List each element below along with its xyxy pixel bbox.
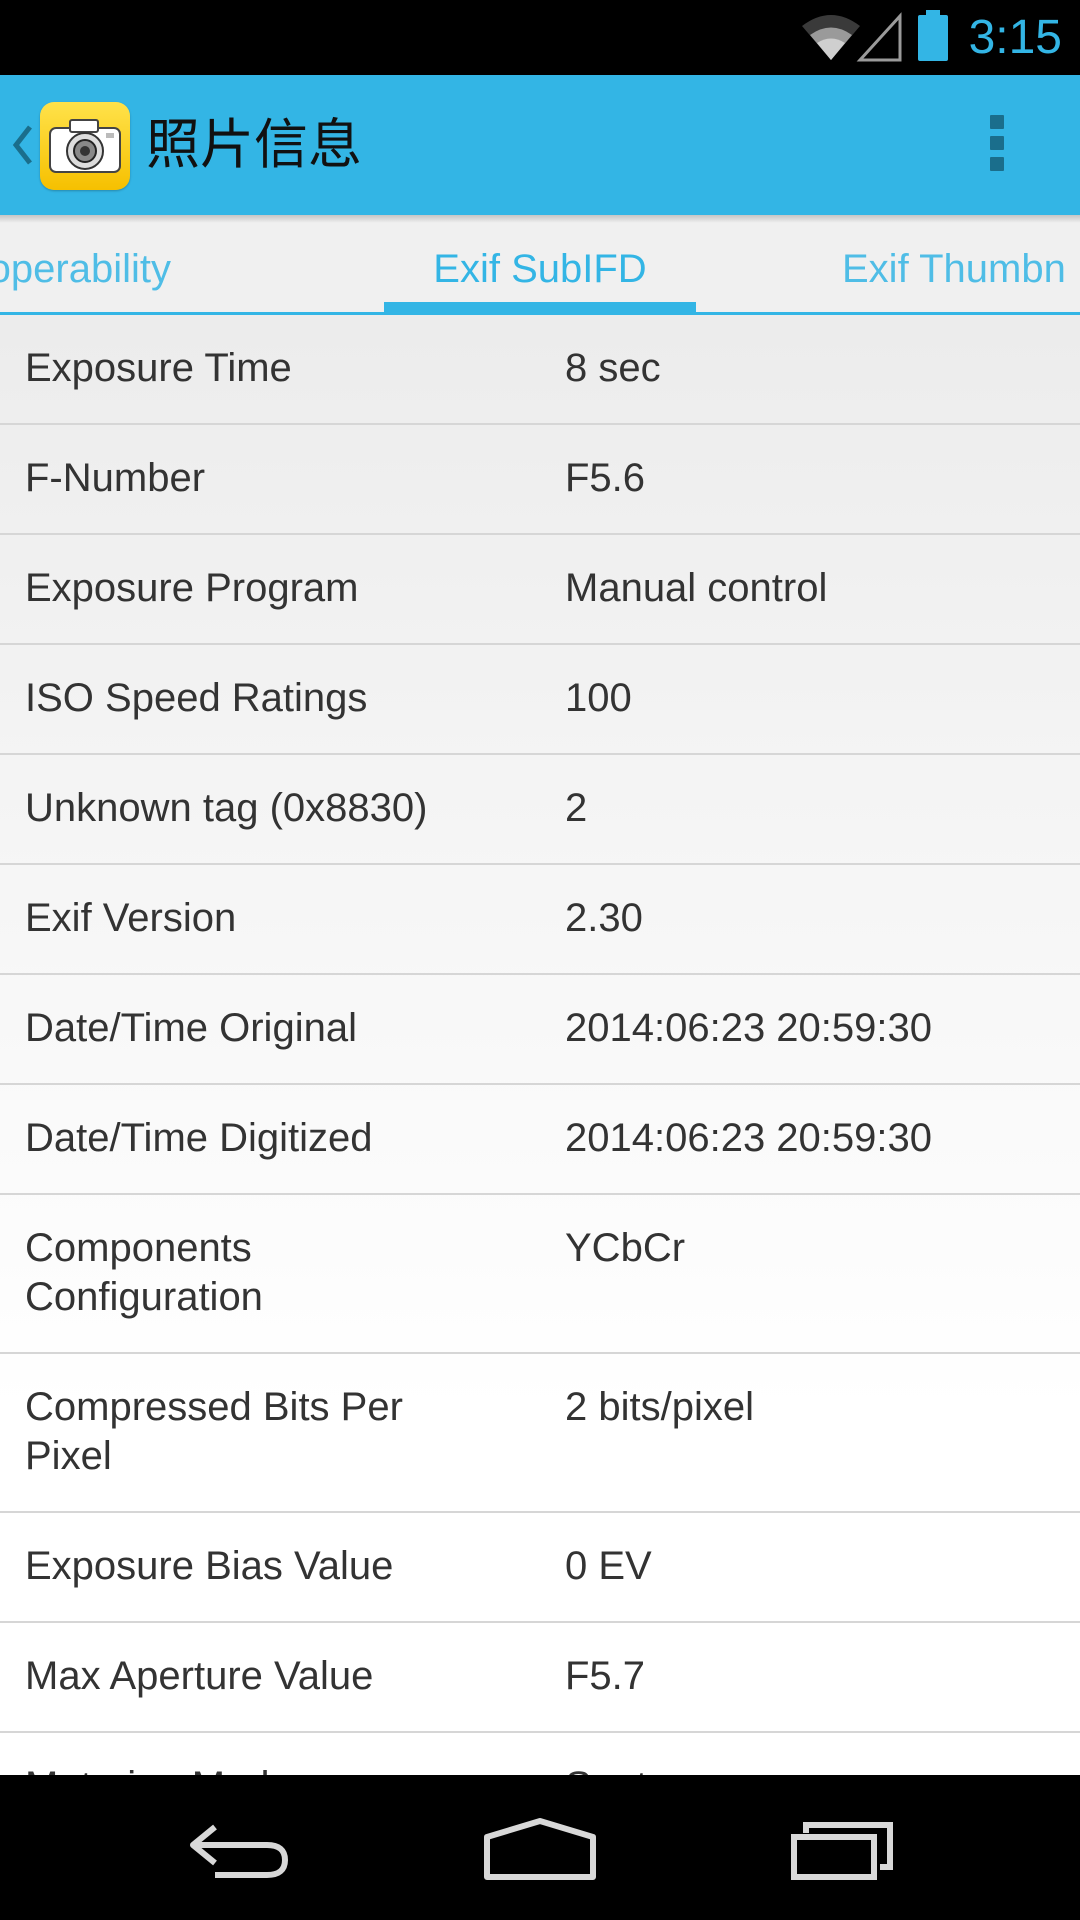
screen-title: 照片信息 xyxy=(146,113,362,176)
row-label: Components Configuration xyxy=(25,1226,263,1319)
row-value: Spot xyxy=(540,1733,1080,1775)
row-label: Exif Version xyxy=(25,896,237,940)
row-label: Compressed Bits Per Pixel xyxy=(25,1385,403,1478)
tab-interoperability[interactable]: teroperability xyxy=(0,215,171,312)
recents-icon[interactable] xyxy=(790,1815,896,1885)
row-value: 8 sec xyxy=(565,346,661,390)
tab-exif-thumbnail[interactable]: Exif Thumbn xyxy=(842,215,1066,312)
list-item[interactable]: Exposure Program Manual control xyxy=(0,535,1080,645)
list-item[interactable]: Exposure Time 8 sec xyxy=(0,315,1080,425)
row-label: Exposure Bias Value xyxy=(25,1544,394,1588)
row-value: 2014:06:23 20:59:30 xyxy=(565,1116,933,1160)
list-item[interactable]: Date/Time Original 2014:06:23 20:59:30 xyxy=(0,975,1080,1085)
action-bar: 照片信息 xyxy=(0,75,1080,215)
row-value: 100 xyxy=(565,676,632,720)
list-item[interactable]: Metering Mode Spot xyxy=(0,1733,1080,1775)
row-label: Date/Time Original xyxy=(25,1006,357,1050)
row-label: F-Number xyxy=(25,456,206,500)
row-label: Metering Mode xyxy=(25,1762,475,1775)
status-time: 3:15 xyxy=(968,11,1062,64)
overflow-menu-icon[interactable] xyxy=(982,115,1012,177)
row-label: Unknown tag (0x8830) xyxy=(25,786,428,830)
row-label: Date/Time Digitized xyxy=(25,1116,373,1160)
navigation-bar xyxy=(0,1775,1080,1920)
row-value: 2 bits/pixel xyxy=(565,1385,754,1429)
row-value: 2014:06:23 20:59:30 xyxy=(565,1006,933,1050)
list-item[interactable]: F-Number F5.6 xyxy=(0,425,1080,535)
row-value: 0 EV xyxy=(565,1544,652,1588)
row-value: F5.6 xyxy=(565,456,646,500)
row-label: Exposure Program xyxy=(25,566,359,610)
selected-tab-indicator xyxy=(384,302,696,312)
back-icon[interactable] xyxy=(185,1815,295,1885)
home-icon[interactable] xyxy=(482,1815,598,1885)
row-value: 2.30 xyxy=(565,896,643,940)
list-item[interactable]: Compressed Bits Per Pixel 2 bits/pixel xyxy=(0,1354,1080,1513)
list-item[interactable]: ISO Speed Ratings 100 xyxy=(0,645,1080,755)
row-value: Manual control xyxy=(565,566,828,610)
list-item[interactable]: Unknown tag (0x8830) 2 xyxy=(0,755,1080,865)
row-label: Max Aperture Value xyxy=(25,1654,374,1698)
list-item[interactable]: Components Configuration YCbCr xyxy=(0,1195,1080,1354)
tab-exif-subifd[interactable]: Exif SubIFD xyxy=(384,215,696,312)
list-item[interactable]: Max Aperture Value F5.7 xyxy=(0,1623,1080,1733)
battery-icon xyxy=(918,10,948,61)
camera-app-icon[interactable] xyxy=(40,102,130,190)
status-bar: 3:15 xyxy=(0,0,1080,75)
row-value: 2 xyxy=(565,786,588,830)
row-label: ISO Speed Ratings xyxy=(25,676,368,720)
wifi-icon xyxy=(802,15,860,60)
row-value: F5.7 xyxy=(565,1654,646,1698)
up-caret-icon[interactable] xyxy=(10,123,34,167)
list-item[interactable]: Date/Time Digitized 2014:06:23 20:59:30 xyxy=(0,1085,1080,1195)
tab-strip: teroperability Exif SubIFD Exif Thumbn xyxy=(0,215,1080,315)
cell-signal-icon xyxy=(856,12,902,62)
row-label: Exposure Time xyxy=(25,346,292,390)
exif-list[interactable]: Exposure Time 8 sec F-Number F5.6 Exposu… xyxy=(0,315,1080,1775)
list-item[interactable]: Exif Version 2.30 xyxy=(0,865,1080,975)
list-item[interactable]: Exposure Bias Value 0 EV xyxy=(0,1513,1080,1623)
row-value: YCbCr xyxy=(565,1226,686,1270)
